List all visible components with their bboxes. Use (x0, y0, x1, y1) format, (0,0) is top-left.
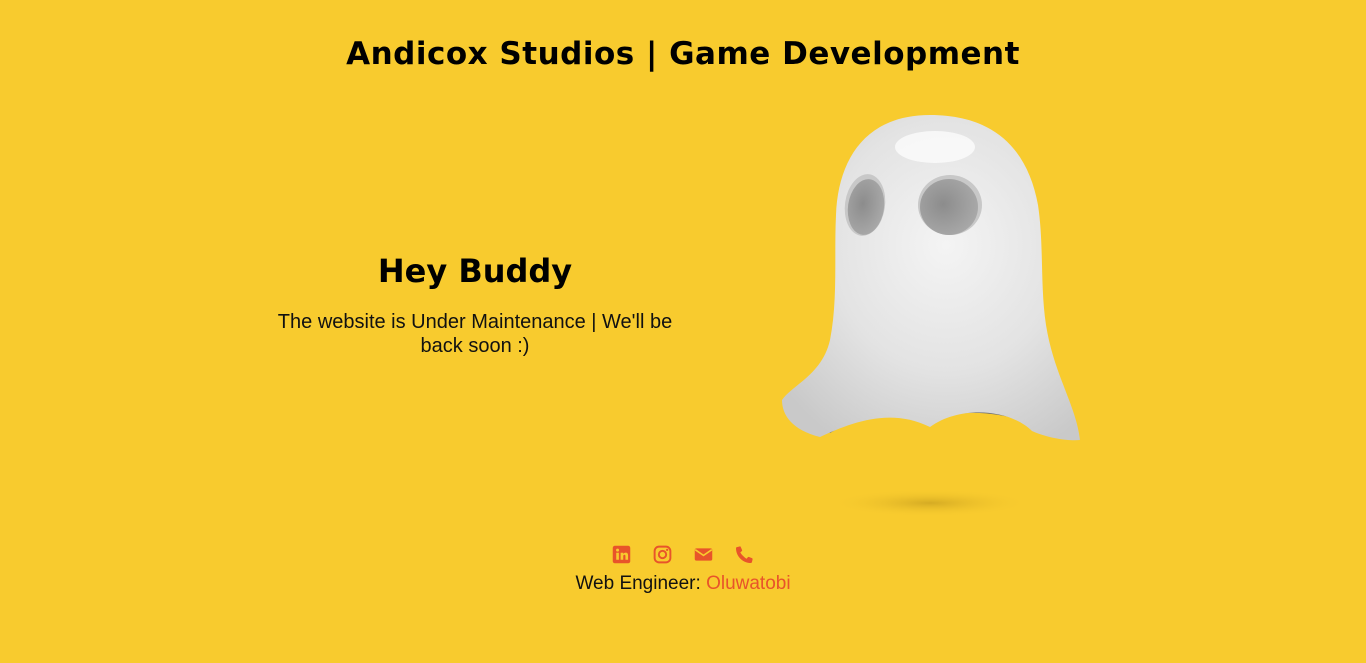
engineer-link[interactable]: Oluwatobi (706, 573, 791, 594)
maintenance-message: Hey Buddy The website is Under Maintenan… (262, 252, 688, 358)
phone-link[interactable] (734, 544, 755, 565)
instagram-icon (653, 545, 672, 563)
credit-line: Web Engineer: Oluwatobi (0, 573, 1366, 595)
footer: Web Engineer: Oluwatobi (0, 540, 1366, 595)
page: Andicox Studios | Game Development Hey B… (0, 0, 1366, 663)
instagram-link[interactable] (652, 544, 673, 565)
linkedin-link[interactable] (611, 544, 632, 565)
greeting-heading: Hey Buddy (377, 252, 573, 290)
credit-label: Web Engineer: (575, 573, 707, 594)
ghost-illustration (770, 105, 1100, 535)
linkedin-icon (612, 545, 631, 563)
site-title: Andicox Studios | Game Development (346, 36, 1020, 72)
email-link[interactable] (693, 544, 714, 565)
phone-icon (736, 545, 753, 563)
maintenance-text: The website is Under Maintenance | We'll… (277, 311, 673, 357)
envelope-icon (694, 547, 713, 561)
social-links (0, 540, 1366, 568)
